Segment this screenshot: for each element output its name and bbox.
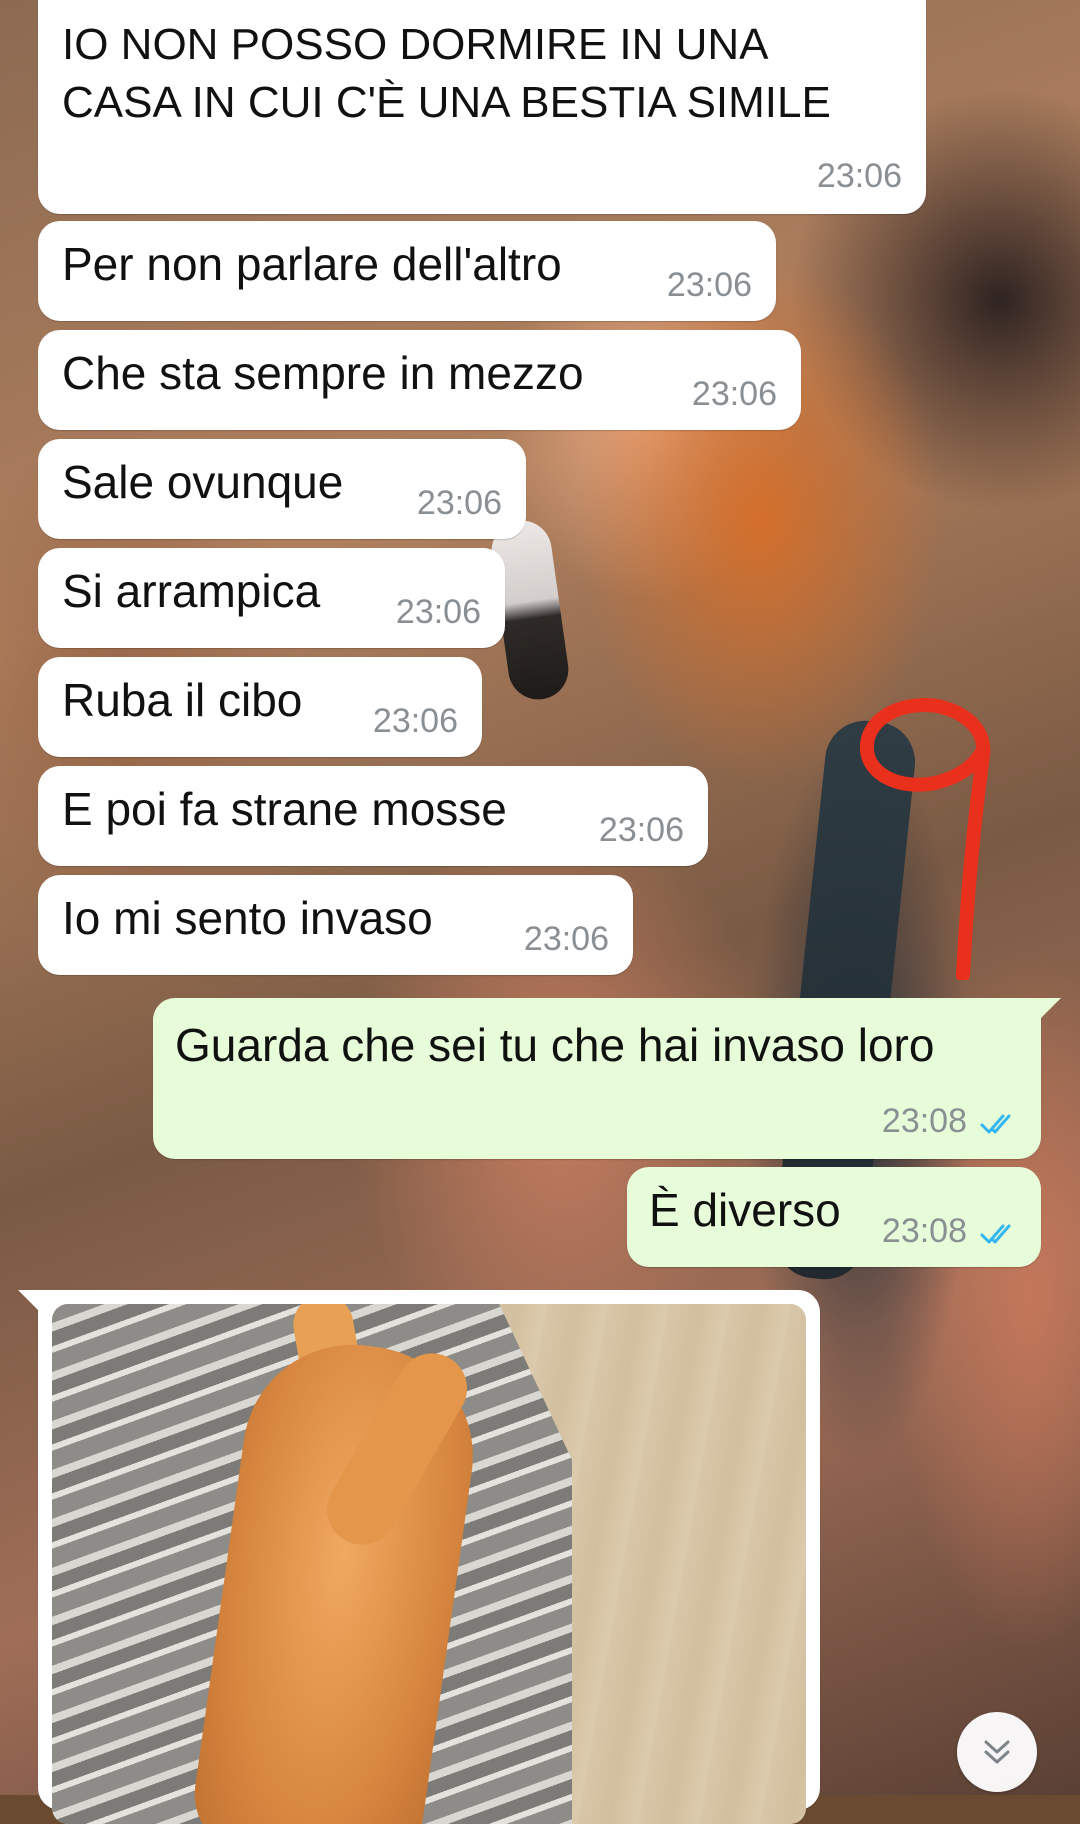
incoming-message[interactable]: Ruba il cibo 23:06 — [38, 657, 482, 757]
incoming-message[interactable]: Io mi sento invaso 23:06 — [38, 875, 633, 975]
message-time: 23:08 — [881, 1212, 967, 1250]
incoming-photo-message[interactable] — [18, 1290, 820, 1824]
outgoing-message[interactable]: Guarda che sei tu che hai invaso loro 23… — [153, 998, 1061, 1159]
message-time: 23:06 — [372, 702, 458, 740]
message-text: Guarda che sei tu che hai invaso loro — [175, 1019, 935, 1071]
message-time: 23:06 — [691, 375, 777, 413]
incoming-message[interactable]: Si arrampica 23:06 — [38, 548, 505, 648]
incoming-message[interactable]: IO NON POSSO DORMIRE IN UNA CASA IN CUI … — [38, 0, 926, 214]
double-check-icon — [980, 1114, 1011, 1134]
scroll-to-bottom-button[interactable] — [957, 1712, 1037, 1792]
bubble-tail — [1039, 998, 1061, 1020]
cat-photo[interactable] — [52, 1304, 806, 1824]
chevron-double-down-icon — [984, 1740, 1010, 1764]
message-text: Sale ovunque — [62, 456, 344, 508]
message-time: 23:08 — [881, 1102, 967, 1140]
message-time: 23:06 — [666, 266, 752, 304]
message-time: 23:06 — [816, 157, 902, 195]
message-text: È diverso — [649, 1184, 841, 1236]
message-text: E poi fa strane mosse — [62, 783, 507, 835]
message-text: Che sta sempre in mezzo — [62, 347, 584, 399]
incoming-message[interactable]: Per non parlare dell'altro 23:06 — [38, 221, 776, 321]
message-text: Io mi sento invaso — [62, 892, 433, 944]
message-text: Ruba il cibo — [62, 674, 303, 726]
message-time: 23:06 — [416, 484, 502, 522]
red-annotation-mark — [859, 698, 991, 980]
incoming-message[interactable]: Che sta sempre in mezzo 23:06 — [38, 330, 801, 430]
message-time: 23:06 — [395, 593, 481, 631]
message-text: Per non parlare dell'altro — [62, 238, 562, 290]
outgoing-message[interactable]: È diverso 23:08 — [627, 1167, 1041, 1267]
incoming-message[interactable]: E poi fa strane mosse 23:06 — [38, 766, 708, 866]
incoming-message[interactable]: Sale ovunque 23:06 — [38, 439, 526, 539]
double-check-icon — [980, 1224, 1011, 1244]
message-text: IO NON POSSO DORMIRE IN UNA CASA IN CUI … — [62, 20, 831, 127]
bubble-tail — [18, 1290, 40, 1312]
message-time: 23:06 — [598, 811, 684, 849]
message-text: Si arrampica — [62, 565, 321, 617]
message-time: 23:06 — [523, 920, 609, 958]
